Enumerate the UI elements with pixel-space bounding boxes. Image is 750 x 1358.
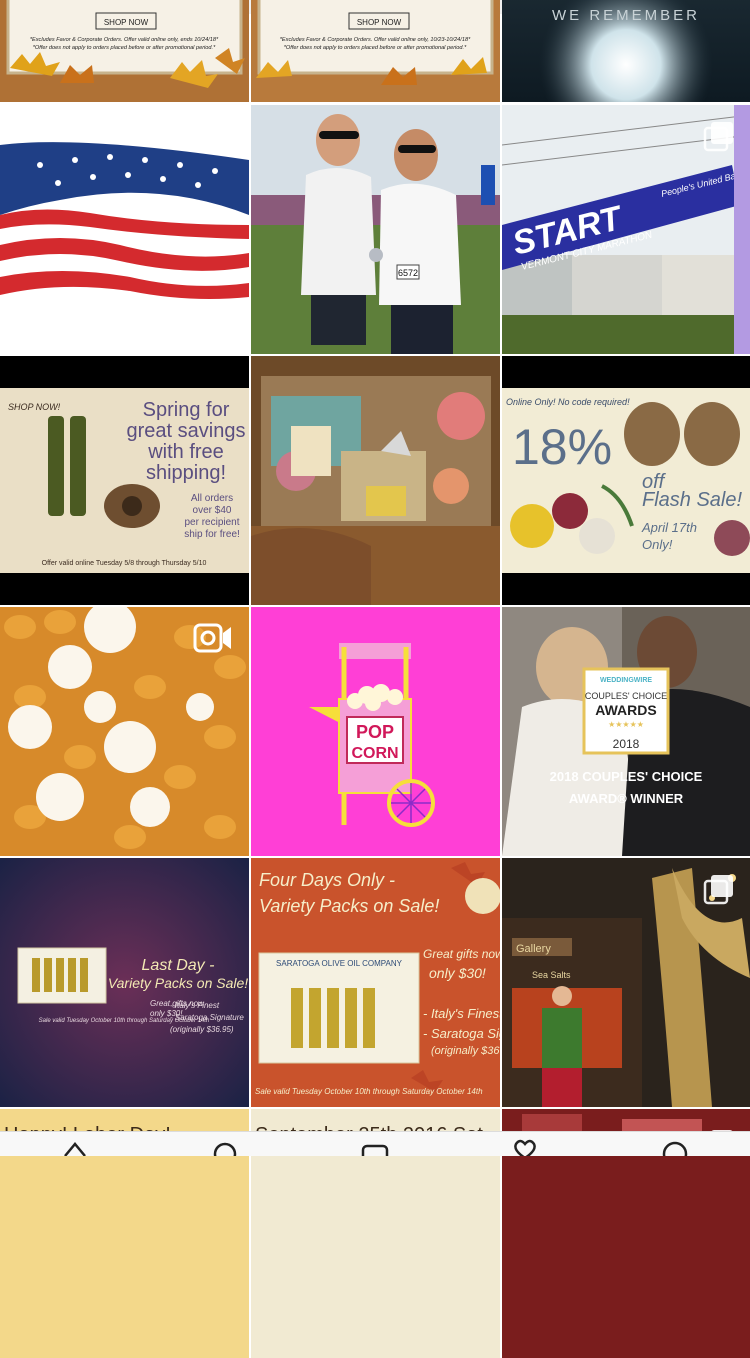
home-icon [64,1142,86,1156]
spring-terms: per recipient [184,517,239,528]
four-company: SARATOGA OLIVE OIL COMPANY [276,959,403,968]
flash-date-text: Only! [642,537,673,552]
spring-shop-text: SHOP NOW! [8,402,61,412]
post-gift-baskets[interactable] [251,356,500,605]
search-tab[interactable] [195,1132,255,1156]
multiple-photos-icon [703,875,733,905]
profile-tab[interactable] [645,1132,705,1156]
four-gifts: Great gifts now [423,947,500,961]
spring-headline: Spring for [143,399,230,421]
four-title: Variety Packs on Sale! [259,896,439,916]
wedding-year: 2018 [613,737,640,751]
four-gifts: only $30! [429,965,486,981]
wedding-winner: AWARD® WINNER [569,791,684,806]
spring-terms: over $40 [193,505,232,516]
home-tab[interactable] [45,1132,105,1156]
post-four-days-variety[interactable]: Four Days Only - Variety Packs on Sale! … [251,858,500,1107]
multiple-photos-icon [703,122,733,152]
post-store-window[interactable]: Gallery Sea Salts [502,858,750,1107]
shop-now-text: SHOP NOW [357,18,402,27]
wedding-couples: COUPLES' CHOICE [585,691,667,701]
spring-headline: shipping! [146,462,226,484]
race-bib-number: 6572 [398,268,418,278]
post-american-flag[interactable] [0,105,249,354]
salts-sign: Sea Salts [532,970,571,980]
add-post-icon [361,1144,389,1156]
post-wedding-award[interactable]: WEDDINGWIRE COUPLES' CHOICE AWARDS ★★★★★… [502,607,750,856]
lastday-list: - Italy's Finest [170,1001,220,1010]
new-post-tab[interactable] [345,1132,405,1156]
spring-headline: great savings [127,420,246,442]
spring-valid-text: Offer valid online Tuesday 5/8 through T… [42,560,207,567]
post-fall-sale-1[interactable]: SHOP NOW *Excludes Favor & Corporate Ord… [0,0,249,102]
post-we-remember[interactable]: WE REMEMBER [502,0,750,102]
lastday-title: Variety Packs on Sale! [108,975,248,991]
flash-date-text: April 17th [641,520,697,535]
lastday-list: (originally $36.95) [170,1025,234,1034]
fine-print: *Excludes Favor & Corporate Orders. Offe… [30,37,219,43]
profile-icon [662,1141,688,1156]
four-title: Four Days Only - [259,870,395,890]
four-valid: Sale valid Tuesday October 10th through … [255,1087,483,1096]
wedding-brand: WEDDINGWIRE [600,677,652,684]
video-icon [193,623,231,653]
svg-text:★★★★★: ★★★★★ [608,720,644,729]
popcorn-label: POP [356,722,394,742]
post-fall-sale-2[interactable]: SHOP NOW *Excludes Favor & Corporate Ord… [251,0,500,102]
we-remember-text: WE REMEMBER [552,7,700,24]
wedding-winner: 2018 COUPLES' CHOICE [550,769,703,784]
flash-online-text: Online Only! No code required! [506,397,630,407]
spring-headline: with free [147,441,224,463]
post-spring-free-shipping[interactable]: SHOP NOW! Spring for great savings with … [0,356,249,605]
search-icon [213,1142,237,1156]
lastday-title: Last Day - [142,957,215,974]
four-list: - Saratoga Signa [423,1026,500,1041]
wedding-awards: AWARDS [595,702,656,718]
spring-terms: ship for free! [184,529,240,540]
post-flash-sale[interactable]: Online Only! No code required! 18% off F… [502,356,750,605]
spring-terms: All orders [191,493,233,504]
fine-print: *Offer does not apply to orders placed b… [33,45,216,51]
popcorn-label: CORN [351,745,398,762]
four-list: (originally $36.95) [431,1045,500,1057]
flash-percent-text: 18% [512,419,612,475]
bottom-tab-bar [0,1131,750,1156]
fine-print: *Excludes Favor & Corporate Orders. Offe… [280,37,471,43]
post-marathon-start[interactable]: START VERMONT CITY MARATHON People's Uni… [502,105,750,354]
post-marathon-selfie[interactable]: 6572 [251,105,500,354]
post-popcorn-cart[interactable]: POP CORN [251,607,500,856]
fine-print: *Offer does not apply to orders placed b… [284,45,467,51]
four-list: - Italy's Finest [423,1006,500,1021]
shop-now-text: SHOP NOW [104,18,149,27]
heart-icon [514,1139,536,1156]
post-popcorn-kernels[interactable] [0,607,249,856]
gallery-sign: Gallery [516,943,551,955]
post-last-day-variety[interactable]: Last Day - Variety Packs on Sale! Great … [0,858,249,1107]
lastday-valid: Sale valid Tuesday October 10th through … [39,1018,210,1024]
activity-tab[interactable] [495,1132,555,1156]
profile-post-grid: SHOP NOW *Excludes Favor & Corporate Ord… [0,0,750,1358]
flash-sale-text: Flash Sale! [642,489,742,511]
